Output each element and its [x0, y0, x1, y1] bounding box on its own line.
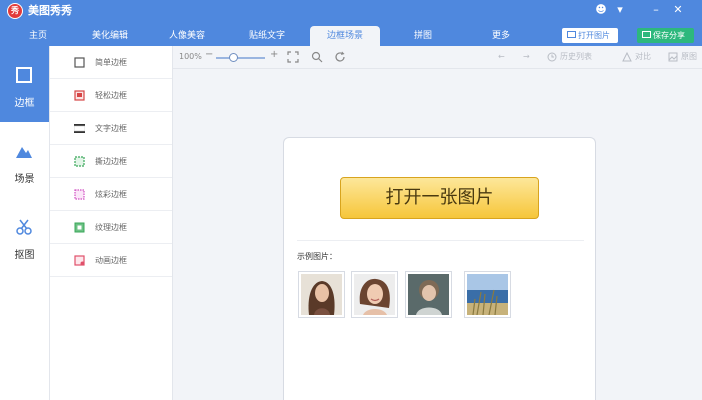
save-share-label: 保存分享	[653, 31, 685, 40]
canvas-toolbar: 100% − + ← → 历史列表 对比 原图	[173, 46, 702, 69]
easy-frame-icon	[74, 90, 85, 101]
sample-images-label: 示例图片：	[297, 252, 337, 261]
scissors-icon	[16, 219, 32, 235]
frame-type-texture[interactable]: 纹理边框	[50, 211, 172, 244]
save-icon	[642, 31, 651, 38]
nav-label-cutout: 抠图	[14, 250, 35, 261]
compare-button[interactable]: 对比	[635, 51, 651, 63]
frame-type-label: 撕边边框	[95, 157, 127, 166]
history-icon	[547, 52, 557, 62]
simple-frame-icon	[74, 57, 85, 68]
undo-button[interactable]: ←	[498, 51, 505, 63]
menu-icon[interactable]: ▾	[611, 2, 629, 18]
frame-icon	[16, 67, 32, 83]
fit-screen-icon[interactable]	[287, 51, 299, 63]
frame-type-label: 轻松边框	[95, 91, 127, 100]
title-bar: 秀 美图秀秀 ☻ ▾ – ✕	[0, 0, 702, 22]
scene-icon	[16, 147, 32, 158]
category-sidebar: 边框 场景 抠图	[0, 46, 50, 400]
app-logo: 秀	[7, 3, 23, 19]
zoom-in-button[interactable]: +	[270, 49, 278, 61]
sample-thumbnail-3[interactable]	[405, 271, 452, 318]
panel-divider	[297, 240, 584, 241]
zoom-percent: 100%	[179, 52, 202, 61]
save-share-button[interactable]: 保存分享	[637, 28, 694, 43]
frame-type-label: 动画边框	[95, 256, 127, 265]
frame-type-text[interactable]: 文字边框	[50, 112, 172, 145]
zoom-slider-track[interactable]	[216, 57, 265, 59]
frame-type-colorful[interactable]: 炫彩边框	[50, 178, 172, 211]
compare-icon	[622, 52, 632, 62]
history-list-button[interactable]: 历史列表	[560, 51, 592, 63]
open-one-image-button[interactable]: 打开一张图片	[340, 177, 539, 219]
sample-photo-child	[408, 274, 449, 315]
tab-home[interactable]: 主页	[8, 26, 68, 46]
open-image-button[interactable]: 打开图片	[562, 28, 618, 43]
tab-frames-scenes[interactable]: 边框场景	[310, 26, 380, 46]
tab-stickers-text[interactable]: 贴纸文字	[236, 26, 298, 46]
zoom-out-button[interactable]: −	[205, 49, 213, 61]
actual-size-icon[interactable]	[311, 51, 323, 63]
feedback-icon[interactable]: ☻	[592, 2, 610, 18]
nav-label-frame: 边框	[14, 98, 35, 109]
frame-type-label: 简单边框	[95, 58, 127, 67]
nav-item-scene[interactable]: 场景	[0, 122, 49, 198]
texture-frame-icon	[74, 222, 85, 233]
nav-label-scene: 场景	[14, 174, 35, 185]
sample-thumbnail-1[interactable]	[298, 271, 345, 318]
frame-type-simple[interactable]: 简单边框	[50, 46, 172, 79]
close-button[interactable]: ✕	[669, 2, 687, 18]
frame-type-label: 纹理边框	[95, 223, 127, 232]
redo-button[interactable]: →	[523, 51, 530, 63]
zoom-slider-handle[interactable]	[228, 53, 238, 62]
sample-thumbnail-4[interactable]	[464, 271, 511, 318]
app-title: 美图秀秀	[28, 4, 72, 17]
frame-type-animation[interactable]: 动画边框	[50, 244, 172, 277]
sample-photo-woman-smiling	[354, 274, 395, 315]
tab-beautify[interactable]: 美化编辑	[80, 26, 140, 46]
main-tabbar: 主页 美化编辑 人像美容 贴纸文字 边框场景 拼图 更多 打开图片 保存分享	[0, 22, 702, 46]
open-image-label: 打开图片	[578, 31, 610, 40]
nav-item-frame[interactable]: 边框	[0, 46, 49, 122]
tab-portrait[interactable]: 人像美容	[156, 26, 218, 46]
rotate-icon[interactable]	[334, 51, 346, 63]
animation-frame-icon	[74, 255, 85, 266]
frame-type-torn[interactable]: 撕边边框	[50, 145, 172, 178]
torn-frame-icon	[74, 156, 85, 167]
sample-photo-woman-long-hair	[301, 274, 342, 315]
frame-type-label: 炫彩边框	[95, 190, 127, 199]
sample-thumbnail-2[interactable]	[351, 271, 398, 318]
original-image-icon	[668, 52, 678, 62]
frame-type-list: 简单边框 轻松边框 文字边框 撕边边框 炫彩边框 纹理边框 动画边框	[50, 46, 173, 400]
text-frame-icon	[74, 124, 85, 133]
nav-item-cutout[interactable]: 抠图	[0, 198, 49, 274]
sample-photo-sea-grass	[467, 274, 508, 315]
colorful-frame-icon	[74, 189, 85, 200]
image-icon	[567, 31, 576, 38]
minimize-button[interactable]: –	[647, 2, 665, 18]
tab-more[interactable]: 更多	[476, 26, 526, 46]
frame-type-easy[interactable]: 轻松边框	[50, 79, 172, 112]
original-image-button[interactable]: 原图	[681, 51, 697, 63]
tab-collage[interactable]: 拼图	[398, 26, 448, 46]
frame-type-label: 文字边框	[95, 124, 127, 133]
